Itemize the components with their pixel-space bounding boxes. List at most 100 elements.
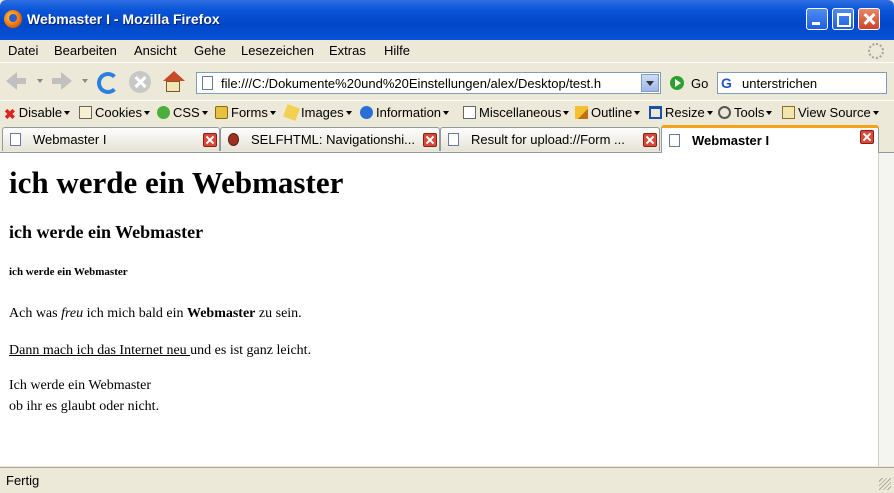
navigation-toolbar: file:///C:/Dokumente%20und%20Einstellung… <box>0 62 894 101</box>
tab-label: Webmaster I <box>692 133 770 148</box>
menu-bar: Datei Bearbeiten Ansicht Gehe Lesezeiche… <box>0 40 894 62</box>
tab-strip: Webmaster I SELFHTML: Navigationshi... R… <box>0 125 894 153</box>
tab-selfhtml[interactable]: SELFHTML: Navigationshi... <box>220 127 440 151</box>
go-arrow-icon[interactable] <box>670 76 684 90</box>
paragraph-freu: Ach was freu ich mich bald ein Webmaster… <box>9 306 302 322</box>
back-history-dropdown-icon[interactable] <box>37 79 43 83</box>
tab-webmaster-active[interactable]: Webmaster I <box>661 125 879 153</box>
dev-view-source-label: View Source <box>798 105 871 120</box>
info-icon <box>360 106 373 119</box>
dev-forms-menu[interactable]: Forms <box>215 105 276 120</box>
firefox-logo-icon[interactable] <box>4 10 22 28</box>
url-history-dropdown-icon[interactable] <box>641 74 659 92</box>
cookie-icon <box>79 106 92 119</box>
address-input[interactable]: file:///C:/Dokumente%20und%20Einstellung… <box>221 76 636 91</box>
forward-history-dropdown-icon[interactable] <box>82 79 88 83</box>
google-search-engine-icon[interactable]: G <box>721 75 737 91</box>
dev-tools-menu[interactable]: Tools <box>718 105 773 120</box>
heading-1: ich werde ein Webmaster <box>9 165 344 200</box>
resize-grip-icon[interactable] <box>879 478 891 490</box>
menu-bearbeiten[interactable]: Bearbeiten <box>54 43 117 58</box>
address-bar[interactable]: file:///C:/Dokumente%20und%20Einstellung… <box>196 72 661 94</box>
dropdown-arrow-icon <box>143 111 150 115</box>
activity-throbber-icon <box>868 43 884 59</box>
dropdown-arrow-icon <box>64 111 71 115</box>
dev-images-label: Images <box>301 105 344 120</box>
forward-arrow-icon[interactable] <box>50 69 74 93</box>
paragraph-internet: Dann mach ich das Internet neu und es is… <box>9 343 311 359</box>
dropdown-arrow-icon <box>766 111 773 115</box>
dev-outline-label: Outline <box>591 105 633 120</box>
document-icon <box>463 106 476 119</box>
close-tab-icon[interactable] <box>203 133 217 147</box>
resize-window-icon <box>649 106 662 119</box>
page-icon <box>10 133 21 146</box>
page-icon <box>669 134 680 147</box>
dropdown-arrow-icon <box>563 111 570 115</box>
maximize-button[interactable] <box>832 8 854 30</box>
heading-3: ich werde ein Webmaster <box>9 222 204 242</box>
title-bar[interactable]: Webmaster I - Mozilla Firefox <box>0 0 894 40</box>
home-icon[interactable] <box>162 71 185 93</box>
dev-disable-label: Disable <box>18 105 63 120</box>
dev-cookies-label: Cookies <box>95 105 142 120</box>
text-run: Ach was <box>9 306 62 321</box>
dropdown-arrow-icon <box>634 111 641 115</box>
dropdown-arrow-icon <box>345 111 352 115</box>
dev-cookies-menu[interactable]: Cookies <box>79 105 150 120</box>
menu-extras[interactable]: Extras <box>329 43 366 58</box>
text-run: und es ist ganz leicht. <box>190 343 312 358</box>
css-icon <box>157 106 170 119</box>
dev-tools-label: Tools <box>734 105 765 120</box>
stop-icon[interactable] <box>129 71 151 93</box>
dev-view-source-menu[interactable]: View Source <box>782 105 879 120</box>
page-content: ich werde ein Webmaster ich werde ein We… <box>0 153 879 466</box>
text-run: ich mich bald ein <box>83 306 187 321</box>
clipboard-icon <box>782 106 795 119</box>
dropdown-arrow-icon <box>872 111 879 115</box>
dev-forms-label: Forms <box>231 105 268 120</box>
lock-icon <box>215 106 228 119</box>
close-window-button[interactable] <box>858 8 880 30</box>
vertical-scrollbar[interactable] <box>878 153 894 466</box>
paragraph-line-1: Ich werde ein Webmaster <box>9 378 152 393</box>
go-button[interactable]: Go <box>691 76 708 91</box>
close-tab-icon[interactable] <box>860 130 874 144</box>
disable-x-icon: ✖ <box>4 106 16 122</box>
dropdown-arrow-icon <box>201 111 208 115</box>
menu-ansicht[interactable]: Ansicht <box>134 43 177 58</box>
gear-icon <box>718 106 731 119</box>
dev-miscellaneous-label: Miscellaneous <box>479 105 562 120</box>
dropdown-arrow-icon <box>443 111 450 115</box>
menu-lesezeichen[interactable]: Lesezeichen <box>241 43 314 58</box>
close-tab-icon[interactable] <box>643 133 657 147</box>
tab-webmaster-1[interactable]: Webmaster I <box>2 127 220 151</box>
menu-gehe[interactable]: Gehe <box>194 43 226 58</box>
search-input[interactable]: unterstrichen <box>742 76 817 91</box>
menu-hilfe[interactable]: Hilfe <box>384 43 410 58</box>
dev-information-menu[interactable]: Information <box>360 105 450 120</box>
dropdown-arrow-icon <box>269 111 276 115</box>
dev-css-menu[interactable]: CSS <box>157 105 208 120</box>
images-icon <box>283 104 300 121</box>
dev-disable-menu[interactable]: ✖ Disable <box>4 105 71 122</box>
dev-resize-menu[interactable]: Resize <box>649 105 713 120</box>
dev-css-label: CSS <box>173 105 200 120</box>
status-bar: Fertig <box>0 467 894 493</box>
menu-datei[interactable]: Datei <box>8 43 38 58</box>
tab-label: Result for upload://Form ... <box>471 132 625 147</box>
back-arrow-icon[interactable] <box>4 69 28 93</box>
dev-images-menu[interactable]: Images <box>283 104 352 121</box>
tab-result-upload[interactable]: Result for upload://Form ... <box>440 127 660 151</box>
status-text: Fertig <box>6 473 40 488</box>
close-tab-icon[interactable] <box>423 133 437 147</box>
tab-label: SELFHTML: Navigationshi... <box>251 132 416 147</box>
search-box[interactable]: G unterstrichen <box>717 72 887 94</box>
dev-information-label: Information <box>376 105 442 120</box>
dev-resize-label: Resize <box>665 105 705 120</box>
page-icon <box>202 76 213 90</box>
dev-miscellaneous-menu[interactable]: Miscellaneous <box>463 105 570 120</box>
reload-icon[interactable] <box>96 71 119 94</box>
minimize-button[interactable] <box>806 8 828 30</box>
dev-outline-menu[interactable]: Outline <box>575 105 641 120</box>
